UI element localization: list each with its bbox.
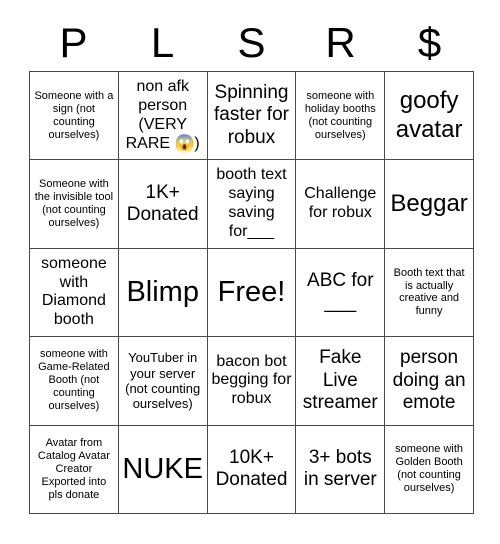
bingo-cell-label: goofy avatar [395,87,463,143]
bingo-cell[interactable]: Someone with the invisible tool (not cou… [30,160,119,249]
bingo-cell[interactable]: booth text saying saving for___ [207,160,297,249]
bingo-cell[interactable]: 10K+ Donated [207,425,297,514]
bingo-cell-label: Free! [217,276,286,309]
bingo-cell-label: ABC for ___ [307,270,374,314]
bingo-cell[interactable]: someone with Diamond booth [30,248,119,338]
bingo-cell[interactable]: 3+ bots in server [296,425,386,514]
header-letter-3: S [237,18,266,66]
bingo-cell[interactable]: goofy avatar [385,72,474,161]
bingo-cell[interactable]: ABC for ___ [296,248,386,338]
bingo-cell-label: Someone with the invisible tool (not cou… [34,178,114,230]
bingo-cell[interactable]: bacon bot begging for robux [207,337,297,426]
bingo-cell-label: non afk person (VERY RARE 😱) [125,77,200,152]
bingo-cell-label: Avatar from Catalog Avatar Creator Expor… [37,436,110,501]
bingo-header-row: P L S R $ [29,14,474,71]
bingo-cell[interactable]: person doing an emote [385,337,474,426]
header-letter-5: $ [417,18,442,66]
bingo-cell[interactable]: someone with Golden Booth (not counting … [385,425,474,514]
bingo-cell[interactable]: Booth text that is actually creative and… [385,248,474,338]
bingo-cell-label: person doing an emote [392,347,466,414]
bingo-cell[interactable]: 1K+ Donated [118,160,208,249]
bingo-cell[interactable]: non afk person (VERY RARE 😱) [118,72,208,161]
bingo-cell[interactable]: Avatar from Catalog Avatar Creator Expor… [30,425,119,514]
bingo-cell[interactable]: Someone with a sign (not counting oursel… [30,72,119,161]
bingo-cell-label: 3+ bots in server [303,446,377,491]
bingo-cell-label: NUKE [122,453,203,486]
bingo-cell-label: Booth text that is actually creative and… [393,266,465,318]
bingo-card: P L S R $ Someone with a sign (not count… [0,0,500,544]
bingo-cell[interactable]: Beggar [385,160,474,249]
bingo-cell-label: someone with holiday booths (not countin… [304,89,376,141]
bingo-grid: Someone with a sign (not counting oursel… [29,71,474,514]
bingo-cell[interactable]: Fake Live streamer [296,337,386,426]
bingo-cell[interactable]: Challenge for robux [296,160,386,249]
bingo-cell-label: 1K+ Donated [126,181,199,226]
bingo-cell-label: Blimp [126,276,199,309]
bingo-cell[interactable]: someone with holiday booths (not countin… [296,72,386,161]
bingo-cell-label: Someone with a sign (not counting oursel… [34,89,114,141]
bingo-cell-label: YouTuber in your server (not counting ou… [125,350,201,412]
bingo-cell[interactable]: NUKE [118,425,208,514]
bingo-cell-label: Challenge for robux [304,185,377,222]
header-letter-2: L [150,18,175,66]
bingo-cell-label: booth text saying saving for___ [216,166,287,240]
bingo-cell-label: bacon bot begging for robux [211,352,292,408]
bingo-cell[interactable]: someone with Game-Related Booth (not cou… [30,337,119,426]
bingo-cell-label: someone with Diamond booth [40,254,107,329]
bingo-cell-label: 10K+ Donated [215,446,288,491]
bingo-cell-label: someone with Game-Related Booth (not cou… [38,348,110,413]
header-letter-1: P [59,18,88,66]
bingo-cell[interactable]: Free! [207,248,297,338]
bingo-cell-label: Beggar [390,189,468,217]
bingo-cell-label: Fake Live streamer [302,347,378,414]
bingo-cell[interactable]: Blimp [118,248,208,338]
bingo-cell[interactable]: Spinning faster for robux [207,72,297,161]
header-letter-4: R [325,18,356,66]
bingo-cell-label: someone with Golden Booth (not counting … [395,443,464,495]
bingo-cell-label: Spinning faster for robux [214,82,289,148]
bingo-cell[interactable]: YouTuber in your server (not counting ou… [118,337,208,426]
